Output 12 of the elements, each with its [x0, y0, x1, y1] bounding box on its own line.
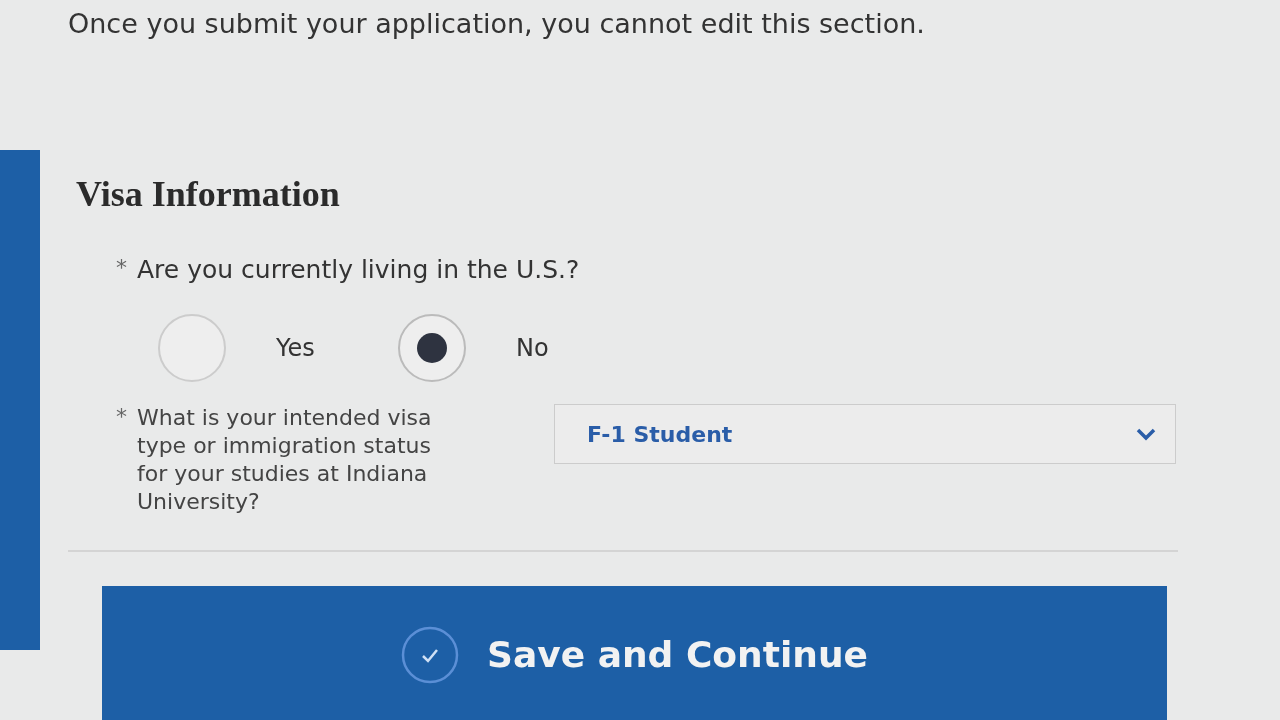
chevron-down-icon	[1135, 427, 1157, 441]
notice-text: Once you submit your application, you cannot edit this section.	[68, 8, 926, 39]
required-mark: *	[116, 404, 127, 429]
check-circle-icon	[401, 626, 460, 684]
required-mark: *	[116, 255, 127, 280]
save-and-continue-button[interactable]: Save and Continue	[102, 586, 1167, 720]
option-label: No	[516, 334, 549, 362]
option-label: Yes	[276, 334, 315, 362]
visa-type-dropdown[interactable]: F-1 Student	[554, 404, 1176, 464]
question-label: Are you currently living in the U.S.?	[137, 255, 580, 284]
section-title: Visa Information	[76, 173, 341, 215]
question-label: What is your intended visa type or immigration status for your studies at Indiana University?	[137, 404, 433, 516]
